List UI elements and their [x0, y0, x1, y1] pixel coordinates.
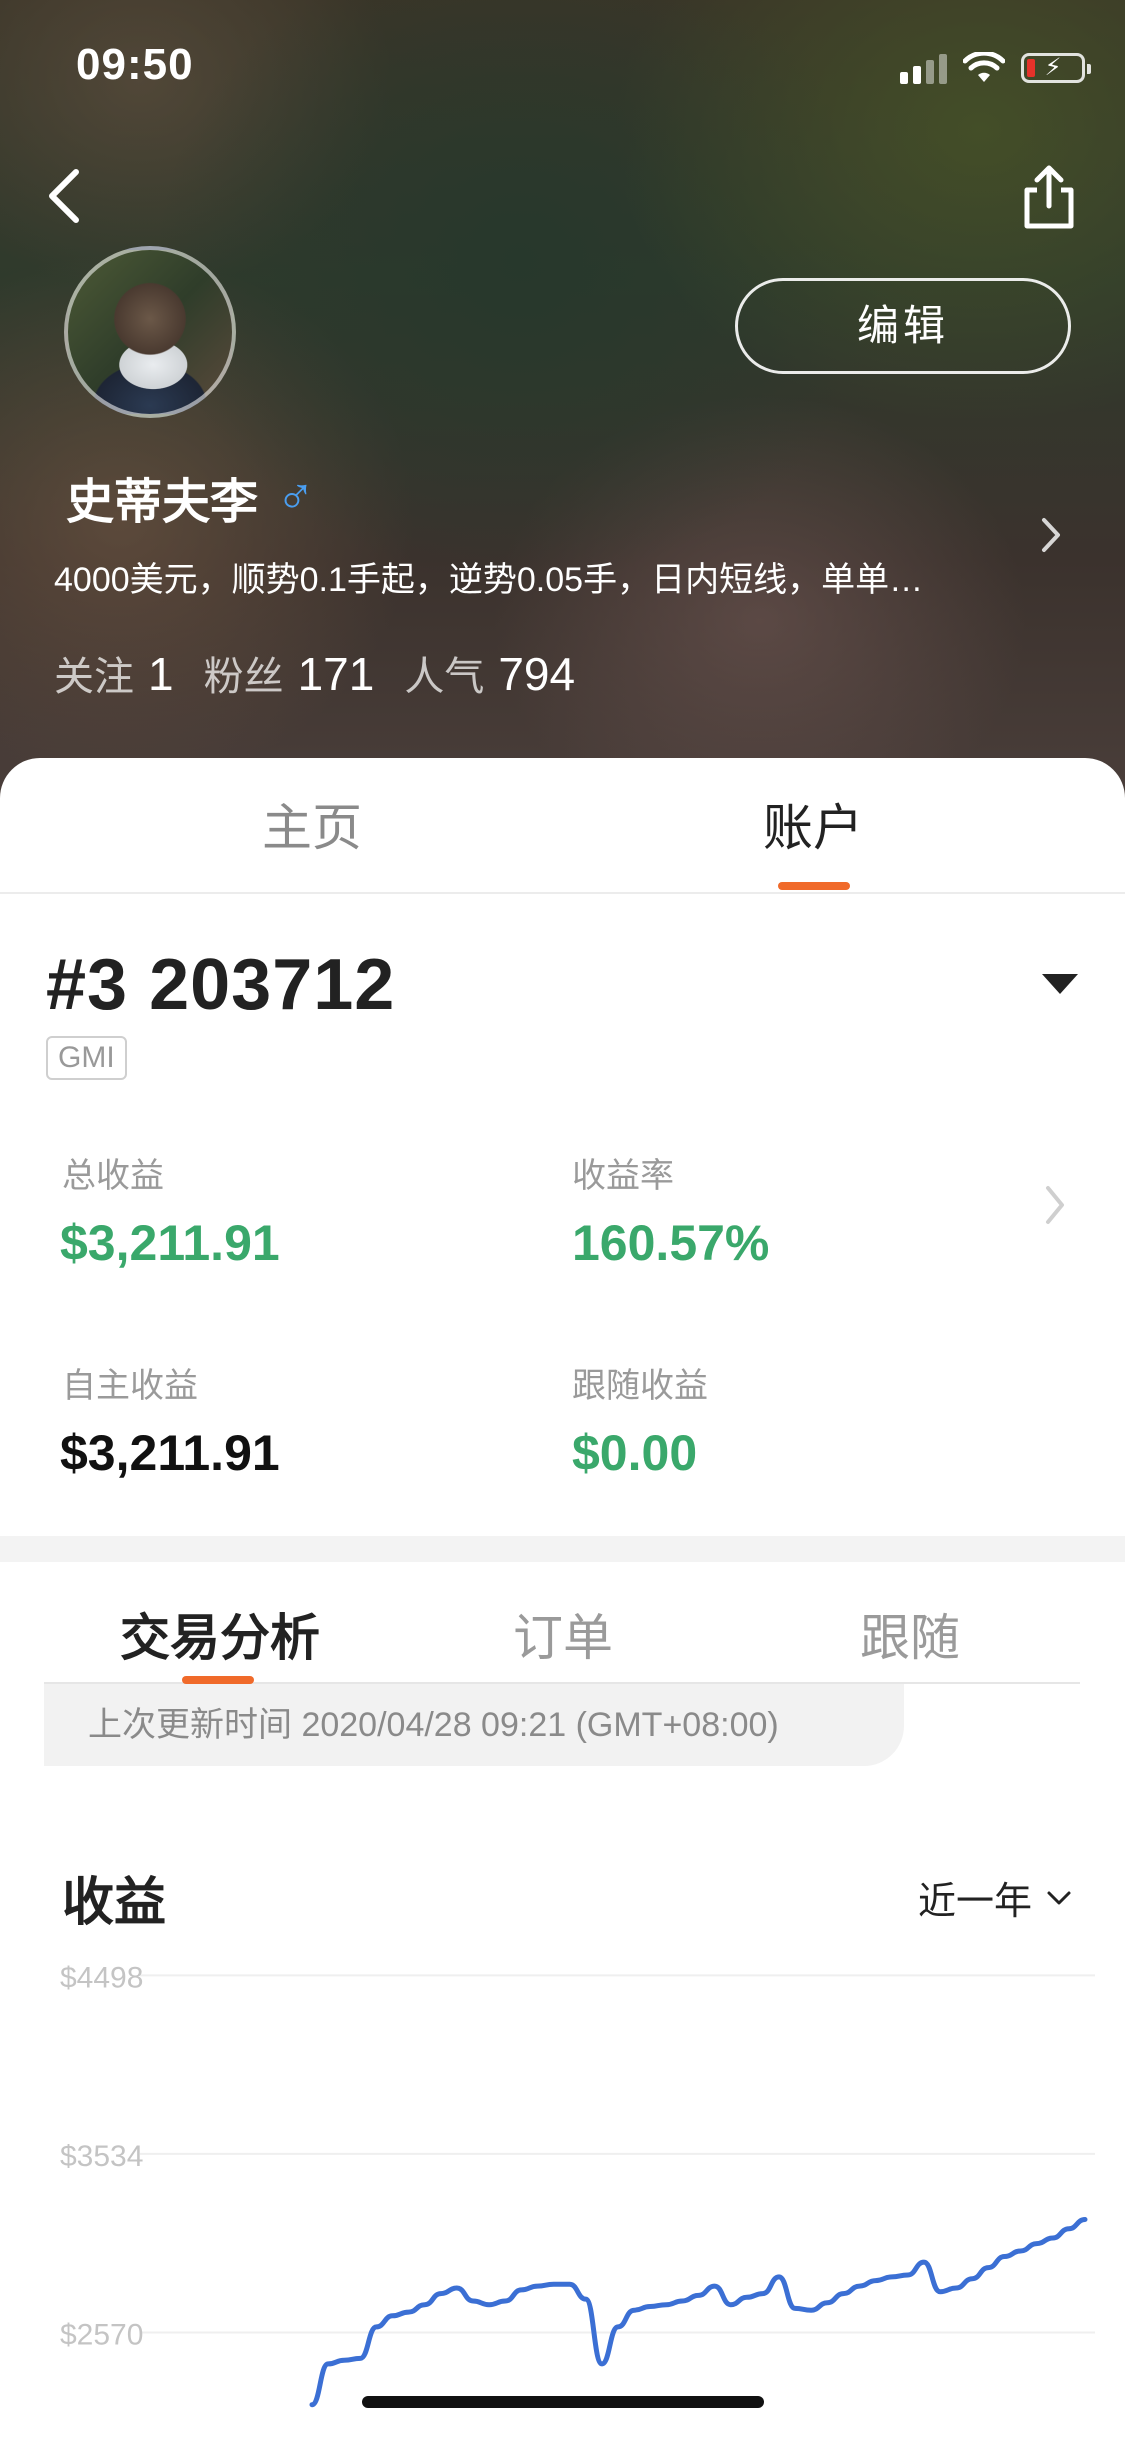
y-tick-label: $4498 — [60, 1961, 143, 1994]
cellular-signal-icon — [900, 52, 947, 84]
tab-follow[interactable]: 跟随 — [760, 1598, 1060, 1670]
main-tab-bar: 主页 账户 — [0, 758, 1125, 894]
total-profit-label: 总收益 — [62, 1157, 164, 1195]
own-profit-label: 自主收益 — [62, 1367, 198, 1405]
status-time: 09:50 — [76, 40, 194, 89]
y-tick-label: $3534 — [60, 2140, 143, 2173]
popularity-count: 794 — [498, 648, 576, 700]
male-gender-icon: ♂ — [276, 468, 316, 526]
return-rate-value: 160.57% — [572, 1215, 770, 1271]
popularity-label: 人气 — [404, 655, 485, 699]
y-tick-label: $2570 — [60, 2318, 143, 2351]
account-number: #3 203712 — [46, 945, 396, 1025]
share-icon[interactable] — [1015, 160, 1083, 232]
chevron-right-icon[interactable] — [1040, 1180, 1070, 1230]
chevron-down-icon[interactable] — [1046, 1889, 1072, 1907]
username: 史蒂夫李 ♂ — [66, 462, 315, 532]
return-rate-label: 收益率 — [572, 1157, 674, 1195]
back-arrow-icon[interactable] — [36, 160, 96, 230]
followers-count[interactable]: 171 — [298, 647, 375, 701]
tab-account[interactable]: 账户 — [663, 788, 963, 860]
edit-profile-button[interactable]: 编辑 — [735, 278, 1071, 374]
profit-section-title: 收益 — [62, 1874, 167, 1932]
following-label[interactable]: 关注 — [54, 644, 134, 702]
total-profit-value: $3,211.91 — [60, 1215, 280, 1271]
profile-bio[interactable]: 4000美元，顺势0.1手起，逆势0.05手，日内短线，单单… — [54, 552, 984, 601]
dropdown-triangle-icon[interactable] — [1042, 972, 1078, 996]
follow-profit-value: $0.00 — [572, 1425, 698, 1481]
battery-icon: ⚡ — [1021, 53, 1091, 83]
account-card: 主页 账户 #3 203712 GMI 总收益 $3,211.91 收益率 16… — [0, 758, 1125, 2436]
chevron-right-icon[interactable] — [1036, 510, 1066, 560]
broker-badge: GMI — [46, 1036, 127, 1080]
profit-series-line — [309, 2217, 1088, 2408]
follow-profit-label: 跟随收益 — [572, 1367, 708, 1405]
tab-active-indicator — [778, 882, 850, 890]
tab-orders[interactable]: 订单 — [413, 1598, 713, 1670]
time-range-select[interactable]: 近一年 — [918, 1870, 1072, 1925]
profile-stats: 关注 1 粉丝 171 人气 794 — [54, 644, 605, 702]
avatar[interactable] — [64, 246, 236, 418]
section-divider — [0, 1536, 1125, 1562]
username-text: 史蒂夫李 — [66, 476, 259, 529]
profit-line-chart: $4498 $3534 $2570 — [60, 1961, 1095, 2408]
home-indicator — [362, 2396, 764, 2408]
time-range-value[interactable]: 近一年 — [918, 1870, 1032, 1925]
wifi-icon — [963, 52, 1005, 82]
last-update-time: 上次更新时间 2020/04/28 09:21 (GMT+08:00) — [44, 1684, 904, 1766]
sub-tab-active-indicator — [182, 1676, 254, 1684]
analysis-tab-bar: 交易分析 订单 跟随 — [0, 1562, 1125, 1688]
following-count[interactable]: 1 — [148, 647, 174, 701]
tab-trade-analysis[interactable]: 交易分析 — [70, 1598, 370, 1670]
own-profit-value: $3,211.91 — [60, 1425, 280, 1481]
profile-header: 09:50 ⚡ 编辑 史蒂夫李 ♂ 4000美元，顺势0.1手起，逆势0.05手… — [0, 0, 1125, 800]
tab-home[interactable]: 主页 — [162, 788, 462, 860]
followers-label[interactable]: 粉丝 — [204, 644, 284, 702]
status-icons: ⚡ — [900, 48, 1091, 88]
